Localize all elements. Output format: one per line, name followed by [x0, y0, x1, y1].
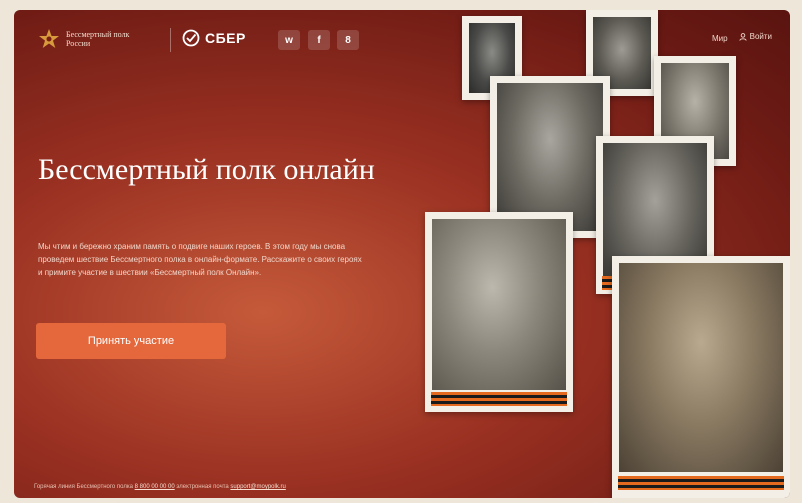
divider	[170, 28, 171, 52]
hero-section: Бессмертный полк России СБЕР w f 8 Мир В…	[14, 10, 790, 498]
star-emblem-icon	[39, 29, 59, 48]
sber-check-icon	[182, 29, 200, 47]
portrait-image	[497, 83, 603, 231]
hotline-phone-link[interactable]: 8 800 00 00 00	[135, 484, 175, 490]
facebook-icon[interactable]: f	[308, 30, 330, 50]
footer-note: Горячая линия Бессмертного полка 8 800 0…	[34, 484, 286, 490]
logo-text: Бессмертный полк России	[66, 30, 130, 48]
email-label: электронная почта	[176, 484, 229, 490]
hero-description: Мы чтим и бережно храним память о подвиг…	[38, 242, 362, 277]
st-george-ribbon	[431, 392, 567, 406]
login-label: Войти	[749, 32, 772, 41]
login-link[interactable]: Войти	[738, 32, 772, 41]
veteran-photo[interactable]	[612, 256, 790, 498]
veteran-photo[interactable]	[425, 212, 573, 412]
vk-icon[interactable]: w	[278, 30, 300, 50]
user-icon	[738, 32, 747, 41]
odnoklassniki-icon[interactable]: 8	[337, 30, 359, 50]
hotline-label: Горячая линия Бессмертного полка	[34, 484, 133, 490]
nav-link[interactable]: Мир	[712, 34, 728, 43]
immortal-regiment-logo[interactable]: Бессмертный полк России	[38, 28, 150, 50]
email-link[interactable]: support@moypolk.ru	[230, 484, 285, 490]
participate-button[interactable]: Принять участие	[36, 323, 226, 359]
sber-logo[interactable]: СБЕР	[182, 29, 246, 47]
portrait-image	[619, 263, 783, 472]
page-title: Бессмертный полк онлайн	[38, 153, 375, 186]
st-george-ribbon	[618, 476, 784, 490]
sber-label: СБЕР	[205, 30, 246, 46]
portrait-image	[432, 219, 566, 390]
